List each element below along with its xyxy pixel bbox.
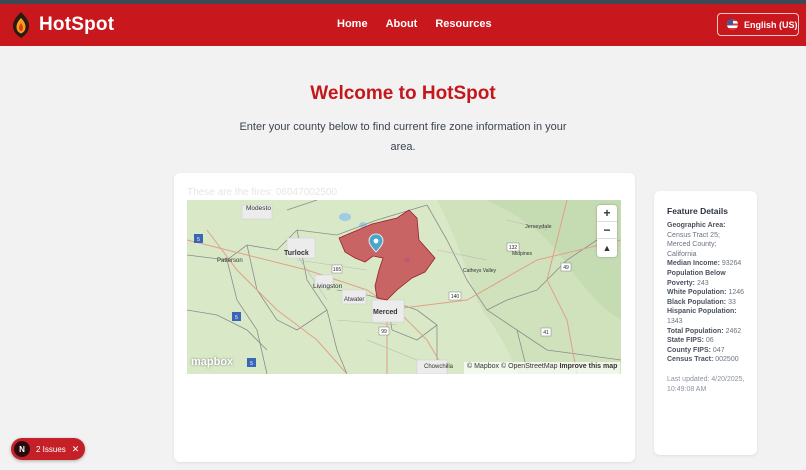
svg-text:41: 41 [543,330,549,336]
detail-field: Census Tract: 002500 [667,356,739,364]
nav-links: Home About Resources [337,18,510,30]
svg-text:Modesto: Modesto [246,205,271,212]
svg-text:5: 5 [197,237,200,243]
svg-text:5: 5 [250,361,253,367]
osm-attribution-link[interactable]: © OpenStreetMap [501,363,558,370]
language-label: English (US) [744,19,798,30]
brand-name[interactable]: HotSpot [39,14,114,36]
mapbox-logo[interactable]: mapbox [191,356,233,368]
improve-map-link[interactable]: Improve this map [559,363,617,370]
zoom-out-button[interactable]: − [597,222,617,239]
svg-text:Patterson: Patterson [217,258,243,264]
language-button[interactable]: English (US) [717,13,799,36]
flame-pin-icon[interactable] [12,11,30,39]
svg-text:5: 5 [235,315,238,321]
zoom-in-button[interactable]: + [597,205,617,222]
issues-badge[interactable]: N 2 Issues ✕ [11,438,85,460]
page-subtitle: Enter your county below to find current … [239,121,567,153]
svg-text:Atwater: Atwater [344,297,364,303]
feature-details-title: Feature Details [667,206,728,216]
svg-text:Turlock: Turlock [284,250,309,257]
lake [339,213,351,221]
fires-label: These are the fires: 06047002500 [187,187,338,198]
svg-text:Merced: Merced [373,309,398,316]
svg-text:99: 99 [381,329,387,335]
detail-field: Median Income: 93264 [667,260,742,268]
compass-button[interactable]: ▲ [597,239,617,256]
issues-label[interactable]: 2 Issues [36,445,66,454]
navbar: HotSpot Home About Resources English (US… [0,4,806,46]
svg-text:165: 165 [333,267,342,273]
nav-resources-link[interactable]: Resources [435,18,491,30]
page-title: Welcome to HotSpot [310,83,496,104]
mapbox-attribution-link[interactable]: © Mapbox [467,363,499,370]
map-controls: + − ▲ [597,205,617,257]
detail-field: State FIPS: 06 [667,337,714,345]
us-flag-icon [727,19,738,30]
detail-field: County FIPS: 047 [667,346,725,354]
svg-text:Livingston: Livingston [313,283,343,290]
close-icon[interactable]: ✕ [72,444,80,455]
map-view[interactable]: 5 5 5 165 132 140 49 99 41 Modesto Jerse… [187,200,621,374]
svg-text:Midpines: Midpines [512,251,533,257]
detail-field: Geographic Area: Census Tract 25; Merced… [667,222,726,258]
svg-text:Chowchilla: Chowchilla [424,364,454,370]
nextjs-logo-icon: N [14,441,30,457]
detail-field: Hispanic Population: 1343 [667,308,737,325]
svg-text:49: 49 [563,265,569,271]
nav-about-link[interactable]: About [386,18,418,30]
detail-field: Black Population: 33 [667,298,736,306]
feature-details-card: Feature Details Geographic Area: Census … [654,191,757,455]
last-updated: Last updated: 4/20/2025, 10:49:08 AM [667,375,745,393]
detail-field: White Population: 1246 [667,289,745,297]
map-canvas[interactable]: 5 5 5 165 132 140 49 99 41 Modesto Jerse… [187,200,621,374]
svg-text:Catheys Valley: Catheys Valley [463,268,496,274]
nav-home-link[interactable]: Home [337,18,368,30]
detail-field: Total Population: 2462 [667,327,742,335]
svg-text:140: 140 [451,294,460,300]
map-attribution: © Mapbox © OpenStreetMap Improve this ma… [464,362,621,374]
detail-field: Population Below Poverty: 243 [667,269,726,287]
svg-text:Jerseydale: Jerseydale [525,224,552,230]
